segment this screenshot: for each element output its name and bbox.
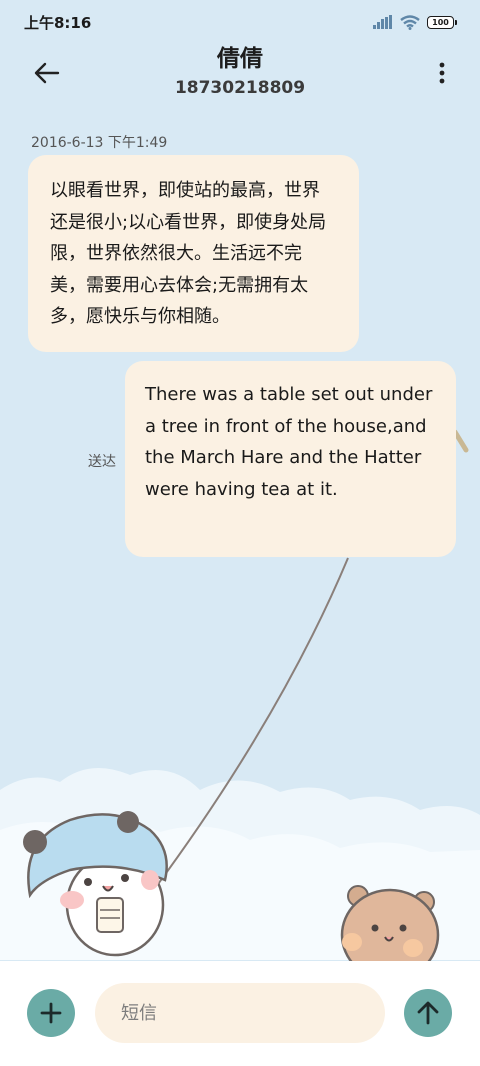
contact-number: 18730218809 — [174, 78, 306, 98]
status-icons: 100 — [373, 14, 457, 30]
more-vertical-icon — [439, 62, 445, 84]
contact-name: 倩倩 — [217, 46, 263, 72]
incoming-message-bubble[interactable]: 以眼看世界，即使站的最高，世界还是很小;以心看世界，即使身处局限，世界依然很大。… — [28, 155, 359, 352]
outgoing-message-bubble[interactable]: There was a table set out under a tree i… — [125, 361, 456, 557]
compose-bar — [0, 961, 480, 1066]
more-options-button[interactable] — [432, 56, 452, 90]
battery-level: 100 — [432, 17, 449, 27]
sms-input[interactable] — [95, 983, 385, 1043]
delivery-status: 送达 — [88, 454, 116, 470]
arrow-up-icon — [417, 1001, 439, 1025]
battery-icon: 100 — [427, 15, 457, 29]
incoming-message-text: 以眼看世界，即使站的最高，世界还是很小;以心看世界，即使身处局限，世界依然很大。… — [50, 180, 327, 327]
plus-icon — [40, 1002, 62, 1024]
send-button[interactable] — [404, 989, 452, 1037]
arrow-left-icon — [34, 62, 60, 84]
status-time: 上午8:16 — [24, 13, 92, 32]
outgoing-message-text: There was a table set out under a tree i… — [145, 384, 433, 500]
add-attachment-button[interactable] — [27, 989, 75, 1037]
signal-icon — [373, 15, 392, 29]
status-bar: 上午8:16 100 — [0, 0, 480, 44]
contact-info[interactable]: 倩倩 18730218809 — [90, 44, 390, 100]
back-button[interactable] — [30, 56, 64, 90]
wifi-icon — [400, 14, 420, 30]
conversation-header: 倩倩 18730218809 — [0, 44, 480, 106]
message-timestamp: 2016-6-13 下午1:49 — [31, 135, 168, 151]
